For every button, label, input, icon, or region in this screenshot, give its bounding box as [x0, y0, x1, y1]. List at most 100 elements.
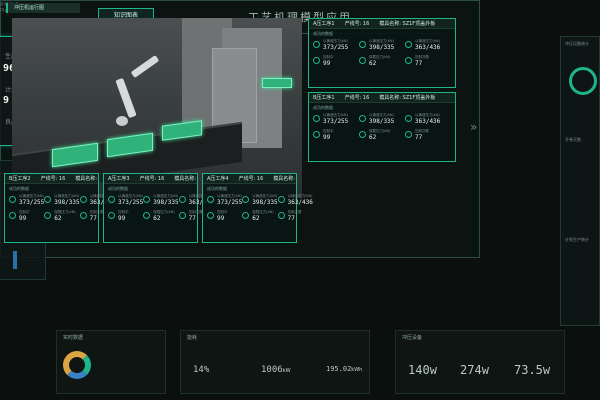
metric-value: 99	[217, 215, 225, 222]
station-card[interactable]: A压工序4 产线号: 16 模具名称: SZ1F顶盖外板成功的数据以铸造压力(kN)…	[202, 173, 313, 243]
gauge-icon	[108, 196, 115, 203]
card-model: 模具名称: SZ1F顶盖外板	[174, 176, 197, 182]
metric-value: 398/335	[252, 199, 278, 206]
card-station: A压工序3	[108, 176, 130, 182]
card-model: 模具名称: SZ1F顶盖外板	[75, 176, 98, 182]
station-card[interactable]: A压工序1 产线号: 16 模具名称: SZ1F顶盖外板成功的数据以铸造压力(kN)…	[308, 18, 456, 88]
metric-value: 373/255	[19, 199, 45, 206]
gauge-icon	[178, 212, 186, 219]
card-line: 产线号: 16	[344, 21, 370, 27]
card-subtitle: 成功的数据	[313, 31, 333, 36]
gauge-icon	[242, 212, 250, 219]
energy-value-3: 195.02kWh	[326, 365, 363, 373]
gauge-icon	[313, 57, 320, 64]
card-model: 模具名称: SZ1F顶盖外板	[379, 21, 436, 27]
metric-item: 压制中 99	[108, 210, 143, 222]
metric-item: 以铸造压力(kN) 373/255	[108, 194, 143, 206]
card-station: B压工序2	[9, 176, 31, 182]
metric-item: 以铸造压力(kN)363/436	[405, 39, 451, 51]
metric-item: 压制中 99	[9, 210, 44, 222]
metric-value: 99	[118, 215, 126, 222]
gauge-icon	[79, 196, 87, 203]
gauge-icon	[359, 41, 366, 48]
card-line: 产线号: 16	[40, 176, 66, 182]
gauge-icon	[405, 41, 412, 48]
metric-value: 363/436	[415, 44, 441, 51]
card-line: 产线号: 16	[139, 176, 165, 182]
metric-item: 以铸造压力(kN) 373/255	[313, 39, 359, 51]
metric-item: 以铸造压力(kN) 398/335	[359, 39, 405, 51]
station-card-header: A压工序1 产线号: 16 模具名称: SZ1F顶盖外板	[309, 19, 455, 29]
gauge-icon	[405, 115, 412, 122]
energy-panel: 能耗 14% 1006kW 195.02kWh	[180, 330, 370, 394]
metric-value: 398/335	[54, 199, 80, 206]
metric-value: 373/255	[118, 199, 144, 206]
metric-item: 保载压力(kN) 62	[359, 129, 405, 141]
station-card-header: B压工序2 产线号: 16 模具名称: SZ1F顶盖外板	[5, 174, 98, 184]
gauge-icon	[108, 212, 115, 219]
metric-item: 压制中 99	[313, 55, 359, 67]
metric-value: 373/255	[217, 199, 243, 206]
energy-value-1: 14%	[193, 365, 210, 375]
gauge-icon	[9, 212, 16, 219]
next-arrow[interactable]: »	[470, 120, 477, 134]
gauge-icon	[313, 131, 320, 138]
gauge-icon	[9, 196, 16, 203]
gauge-icon	[44, 212, 52, 219]
metric-item: 以铸造压力(kN) 398/335	[242, 194, 278, 206]
equipment-value-1: 140w	[408, 363, 437, 377]
station-card[interactable]: B压工序2 产线号: 16 模具名称: SZ1F顶盖外板成功的数据以铸造压力(kN)…	[4, 173, 115, 243]
realtime-data-panel: 实时数据	[56, 330, 166, 394]
station-card[interactable]: A压工序3 产线号: 16 模具名称: SZ1F顶盖外板成功的数据以铸造压力(kN)…	[103, 173, 214, 243]
metric-item: 以铸造压力(kN)363/436	[277, 194, 313, 206]
card-model: 模具名称: SZ1F顶盖外板	[379, 95, 436, 101]
gauge-icon	[277, 196, 285, 203]
metric-value: 398/335	[153, 199, 179, 206]
press-machine-video[interactable]	[12, 18, 302, 198]
metric-value: 398/335	[369, 118, 395, 125]
stat-value-plan: 9	[3, 95, 10, 106]
metric-value: 62	[153, 215, 161, 222]
metric-value: 77	[89, 215, 97, 222]
gauge-icon	[207, 196, 214, 203]
gauge-icon	[359, 57, 366, 64]
metric-value: 77	[287, 215, 295, 222]
metric-item: 压制次数 77	[405, 55, 451, 67]
metric-value: 77	[188, 215, 196, 222]
metric-value: 99	[323, 134, 331, 141]
panel-title: 能耗	[187, 335, 198, 341]
metric-value: 77	[415, 60, 423, 67]
metric-value: 62	[369, 134, 377, 141]
metric-item: 以铸造压力(kN) 398/335	[359, 113, 405, 125]
metric-item: 压制中 99	[313, 129, 359, 141]
gauge-icon	[242, 196, 250, 203]
gauge-icon	[207, 212, 214, 219]
gauge-icon	[178, 196, 186, 203]
right-label-a: 冲压设备统计	[565, 41, 589, 46]
metric-item: 保载压力(kN) 62	[359, 55, 405, 67]
metric-item: 压制次数 77	[277, 210, 313, 222]
card-subtitle: 成功的数据	[9, 186, 29, 191]
station-card-header: A压工序3 产线号: 16 模具名称: SZ1F顶盖外板	[104, 174, 197, 184]
gauge-icon	[313, 115, 320, 122]
station-card[interactable]: B压工序1 产线号: 16 模具名称: SZ1F顶盖外板 成功的数据 以铸造压力(kN)…	[308, 92, 456, 162]
gauge-icon	[359, 131, 366, 138]
station-card-header: B压工序1 产线号: 16 模具名称: SZ1F顶盖外板	[309, 93, 455, 103]
metric-value: 373/255	[323, 44, 349, 51]
right-label-c: 计划生产统计	[565, 237, 589, 242]
press-equipment-panel: 冲压设备 140w 274w 73.5w	[395, 330, 565, 394]
metric-value: 62	[369, 60, 377, 67]
metric-item: 保载压力(kN) 62	[242, 210, 277, 222]
panel-title: 实时数据	[63, 335, 84, 341]
card-station: A压工序1	[313, 21, 335, 27]
metric-item: 压制中 99	[207, 210, 242, 222]
machine-monitor-panel: 冲压机运行图 A压工序1 产线号: 16 模具名称: SZ1F顶盖外板 成功的数据 以铸…	[0, 0, 480, 258]
metric-item: 以铸造压力(kN)363/436	[405, 113, 451, 125]
metric-value: 99	[19, 215, 27, 222]
metric-item: 以铸造压力(kN) 398/335	[143, 194, 179, 206]
gauge-icon	[313, 41, 320, 48]
card-subtitle: 成功的数据	[108, 186, 128, 191]
gauge-icon	[143, 196, 151, 203]
metric-value: 373/255	[323, 118, 349, 125]
gauge-icon	[405, 131, 412, 138]
